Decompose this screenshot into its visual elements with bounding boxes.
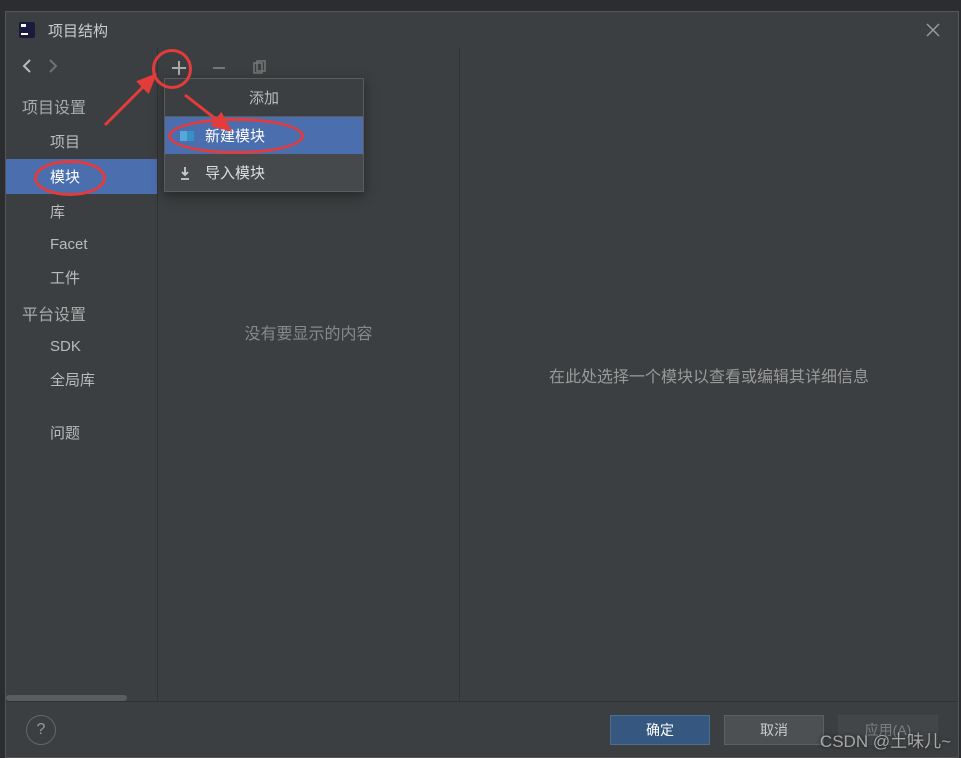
sidebar: 项目设置 项目 模块 库 Facet 工件 平台设置 SDK 全局库 问题 xyxy=(6,48,158,701)
ok-button[interactable]: 确定 xyxy=(610,715,710,745)
sidebar-scrollbar[interactable] xyxy=(6,695,127,701)
cancel-button[interactable]: 取消 xyxy=(724,715,824,745)
watermark: CSDN @土味儿~ xyxy=(820,727,951,752)
placeholder-text: 在此处选择一个模块以查看或编辑其详细信息 xyxy=(549,363,869,387)
annotation-arrow xyxy=(100,70,180,130)
sidebar-item-facets[interactable]: Facet xyxy=(6,229,157,260)
sidebar-item-global-libraries[interactable]: 全局库 xyxy=(6,362,157,397)
menu-label: 导入模块 xyxy=(205,162,265,183)
sidebar-item-problems[interactable]: 问题 xyxy=(6,415,157,450)
close-button[interactable] xyxy=(918,15,948,45)
details-panel: 在此处选择一个模块以查看或编辑其详细信息 xyxy=(460,48,958,701)
sidebar-item-sdks[interactable]: SDK xyxy=(6,331,157,362)
remove-icon[interactable] xyxy=(210,60,228,76)
menu-import-module[interactable]: 导入模块 xyxy=(165,154,363,191)
dialog-footer: ? 确定 取消 应用(A) xyxy=(6,701,958,757)
empty-message: 没有要显示的内容 xyxy=(158,320,459,344)
back-button[interactable] xyxy=(16,58,40,79)
intellij-icon xyxy=(16,19,38,41)
copy-icon[interactable] xyxy=(250,60,268,76)
section-platform-settings: 平台设置 xyxy=(6,295,157,331)
help-button[interactable]: ? xyxy=(26,715,56,745)
sidebar-item-modules[interactable]: 模块 xyxy=(6,159,157,194)
sidebar-item-libraries[interactable]: 库 xyxy=(6,194,157,229)
sidebar-item-artifacts[interactable]: 工件 xyxy=(6,260,157,295)
dialog-title: 项目结构 xyxy=(48,20,918,41)
annotation-arrow xyxy=(180,90,250,140)
import-icon xyxy=(179,165,195,181)
titlebar: 项目结构 xyxy=(6,12,958,48)
forward-button[interactable] xyxy=(40,58,64,79)
dialog-body: 项目设置 项目 模块 库 Facet 工件 平台设置 SDK 全局库 问题 xyxy=(6,48,958,701)
